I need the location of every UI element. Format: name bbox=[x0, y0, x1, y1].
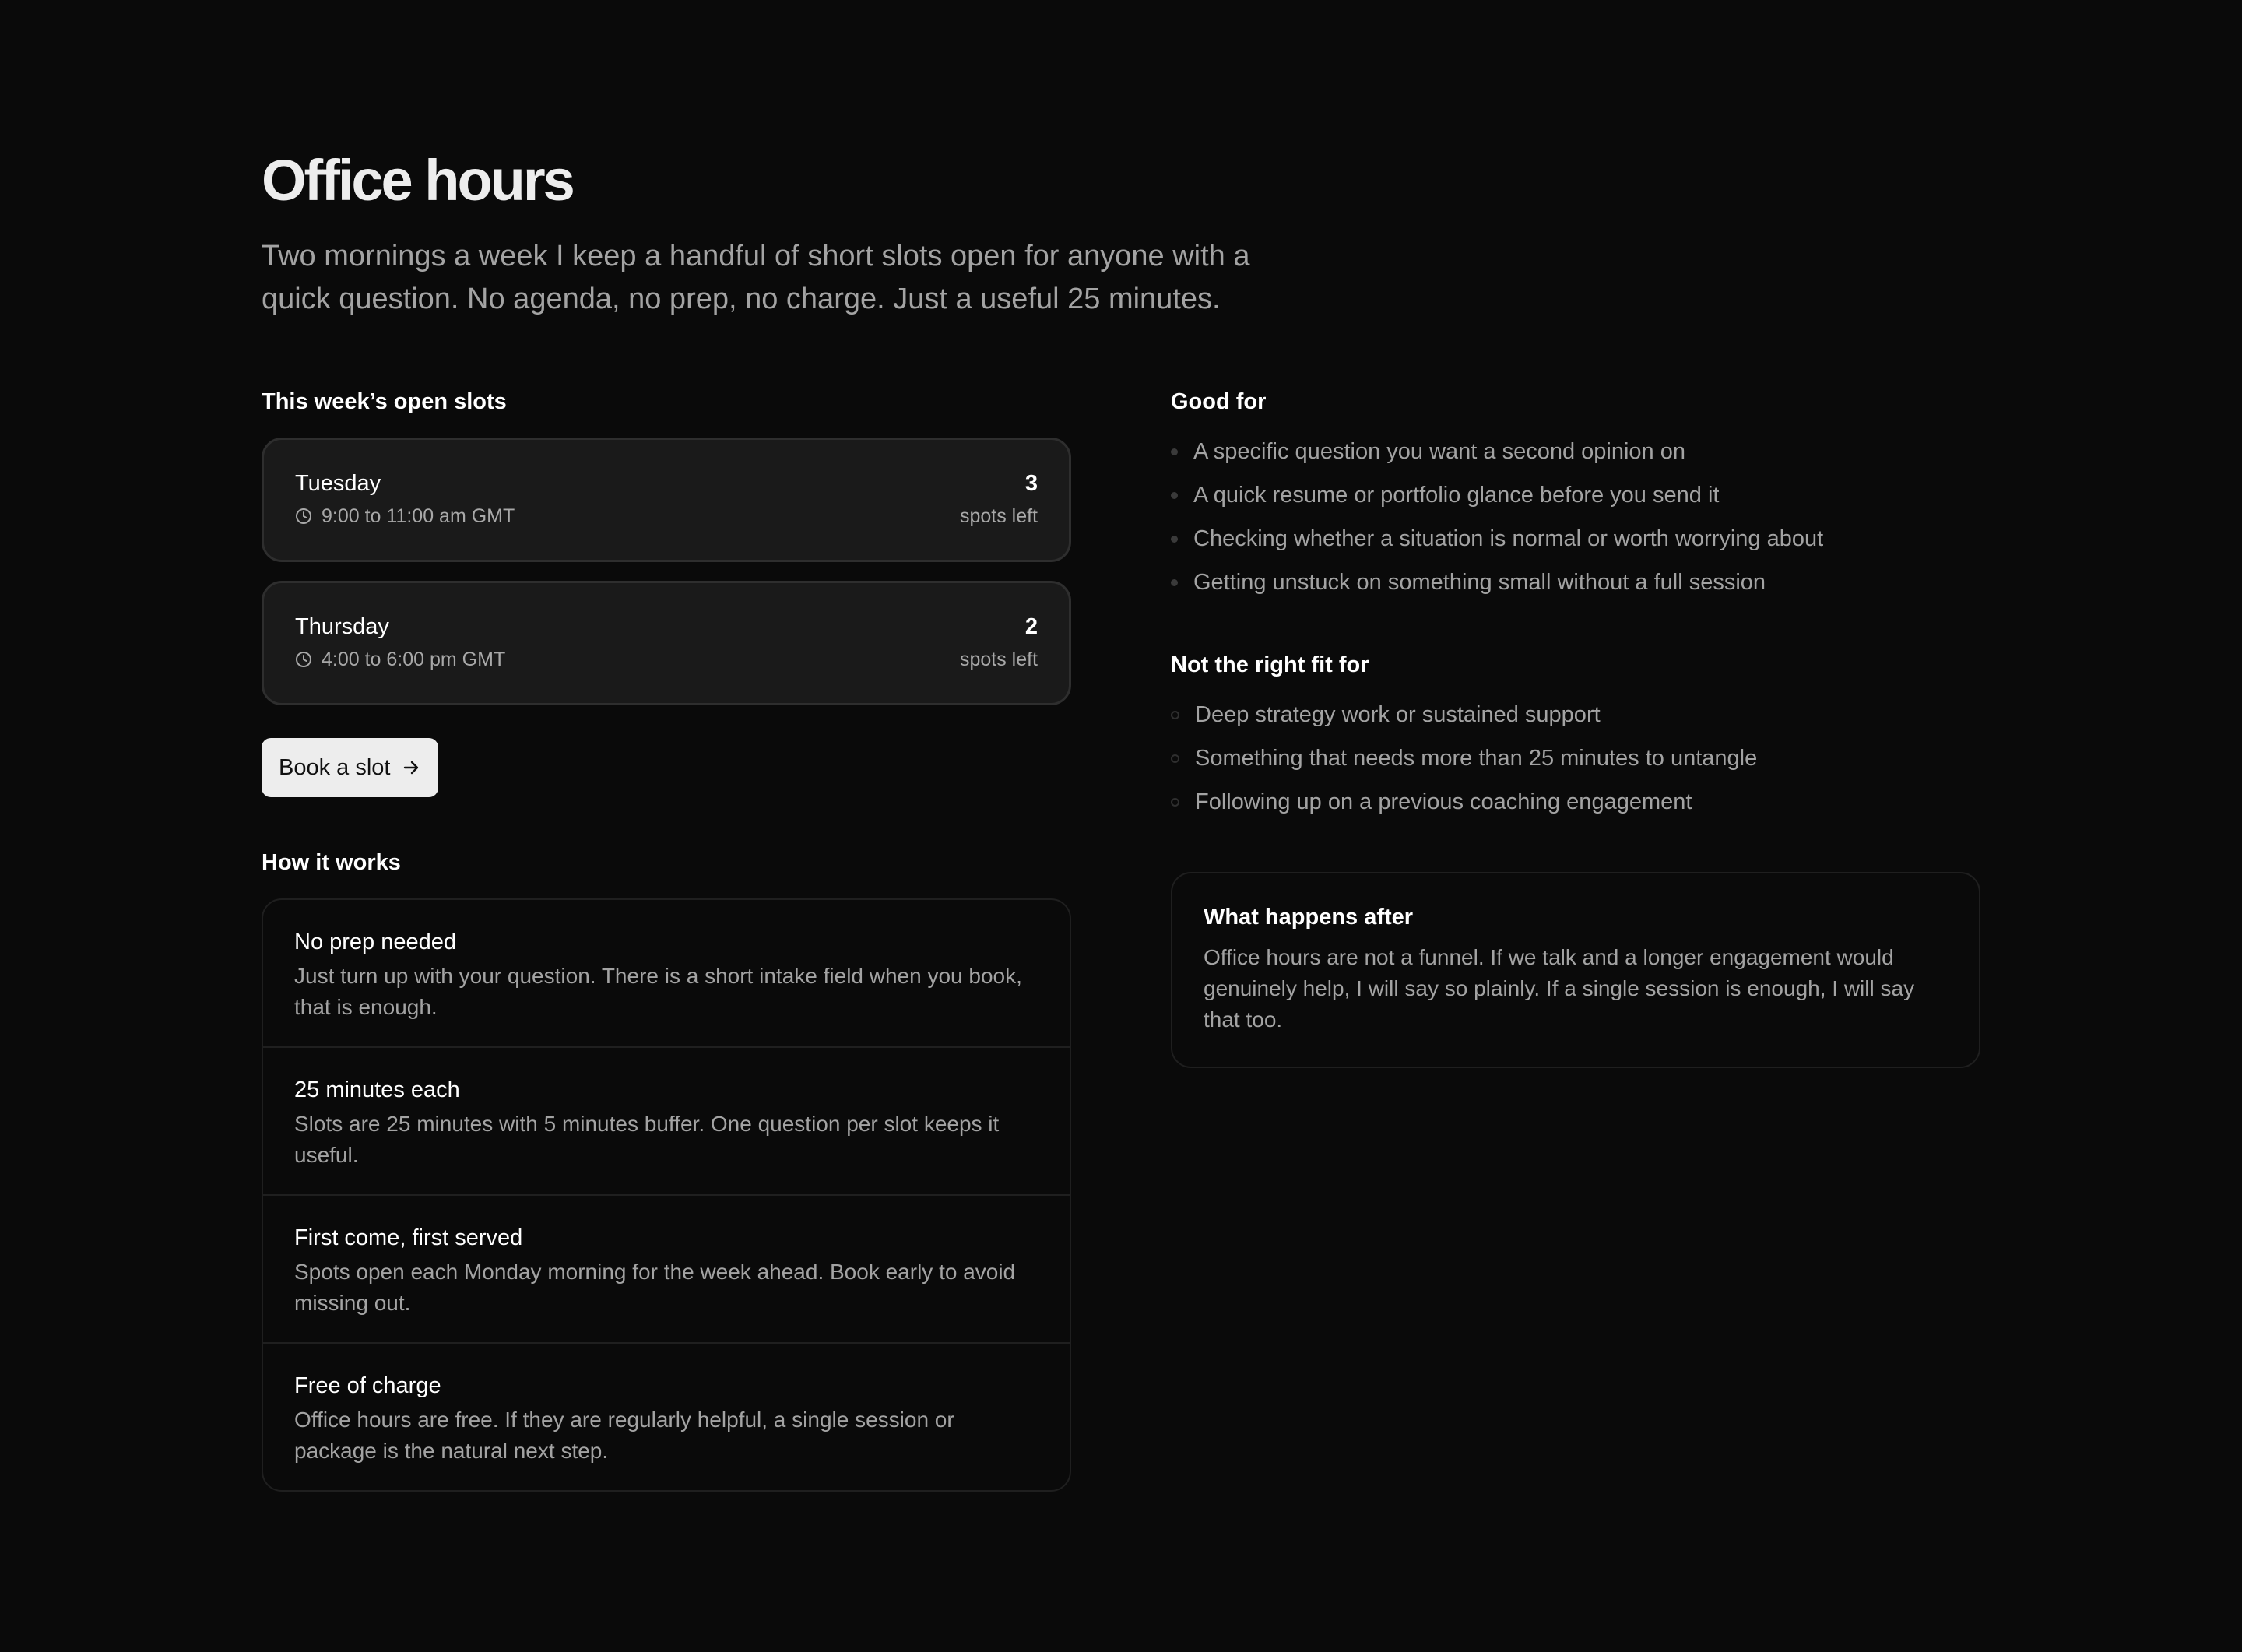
list-item-text: A specific question you want a second op… bbox=[1193, 438, 1685, 464]
slot-time-text: 9:00 to 11:00 am GMT bbox=[322, 505, 515, 527]
how-item: No prep needed Just turn up with your qu… bbox=[263, 900, 1070, 1046]
slot-day: Thursday bbox=[295, 614, 389, 639]
list-item-text: Following up on a previous coaching enga… bbox=[1195, 789, 1692, 814]
clock-icon bbox=[295, 508, 312, 525]
slot-time-text: 4:00 to 6:00 pm GMT bbox=[322, 648, 506, 670]
office-hours-page: Office hours Two mornings a week I keep … bbox=[0, 0, 2242, 1652]
slot-spots-count: 2 bbox=[1024, 614, 1038, 639]
not-fit-heading: Not the right fit for bbox=[1171, 652, 1369, 677]
slot-card-tuesday[interactable]: Tuesday 9:00 to 11:00 am GMT 3 spots lef… bbox=[262, 438, 1071, 562]
book-slot-label: Book a slot bbox=[279, 754, 391, 780]
how-item-body: Spots open each Monday morning for the w… bbox=[294, 1260, 1016, 1315]
list-item: Something that needs more than 25 minute… bbox=[1171, 736, 1980, 780]
how-item-title: No prep needed bbox=[294, 930, 456, 954]
list-item: Getting unstuck on something small witho… bbox=[1171, 561, 1980, 604]
list-item-text: Something that needs more than 25 minute… bbox=[1195, 745, 1758, 771]
good-for-list: A specific question you want a second op… bbox=[1171, 430, 1980, 604]
how-it-works-heading: How it works bbox=[262, 850, 401, 875]
slot-time: 9:00 to 11:00 am GMT bbox=[295, 504, 515, 529]
how-it-works-list: No prep needed Just turn up with your qu… bbox=[262, 898, 1071, 1492]
slot-spots-label: spots left bbox=[959, 505, 1038, 527]
left-column: This week’s open slots Tuesday 9:00 to 1… bbox=[262, 385, 1071, 1492]
clock-icon bbox=[295, 651, 312, 668]
page-title: Office hours bbox=[262, 148, 575, 213]
list-item: Deep strategy work or sustained support bbox=[1171, 693, 1980, 736]
slot-spots-label: spots left bbox=[959, 648, 1038, 670]
list-item: Following up on a previous coaching enga… bbox=[1171, 780, 1980, 824]
list-item-text: Checking whether a situation is normal o… bbox=[1193, 525, 1824, 551]
how-item-body: Just turn up with your question. There i… bbox=[294, 964, 1022, 1019]
how-item: Free of charge Office hours are free. If… bbox=[263, 1342, 1070, 1490]
how-item: 25 minutes each Slots are 25 minutes wit… bbox=[263, 1046, 1070, 1194]
how-item-title: First come, first served bbox=[294, 1225, 523, 1250]
not-fit-list: Deep strategy work or sustained support … bbox=[1171, 693, 1980, 824]
what-happens-after-body: Office hours are not a funnel. If we tal… bbox=[1204, 945, 1915, 1032]
list-item: Checking whether a situation is normal o… bbox=[1171, 517, 1980, 561]
slot-time: 4:00 to 6:00 pm GMT bbox=[295, 647, 505, 672]
intro-text: Two mornings a week I keep a handful of … bbox=[262, 240, 1250, 315]
filled-dot-icon bbox=[1171, 491, 1178, 499]
how-item-body: Slots are 25 minutes with 5 minutes buff… bbox=[294, 1112, 1000, 1167]
what-happens-after-heading: What happens after bbox=[1204, 905, 1414, 930]
open-slots-heading: This week’s open slots bbox=[262, 389, 507, 414]
book-slot-button[interactable]: Book a slot bbox=[262, 738, 439, 797]
filled-dot-icon bbox=[1171, 448, 1178, 455]
good-for-heading: Good for bbox=[1171, 389, 1267, 414]
filled-dot-icon bbox=[1171, 535, 1178, 543]
slot-spots-count: 3 bbox=[1024, 471, 1038, 496]
slot-day: Tuesday bbox=[295, 471, 381, 496]
arrow-right-icon bbox=[401, 757, 421, 778]
slot-card-thursday[interactable]: Thursday 4:00 to 6:00 pm GMT 2 spots lef… bbox=[262, 581, 1071, 705]
hollow-dot-icon bbox=[1171, 710, 1179, 719]
list-item-text: Getting unstuck on something small witho… bbox=[1193, 569, 1766, 595]
hollow-dot-icon bbox=[1171, 797, 1179, 807]
list-item-text: A quick resume or portfolio glance befor… bbox=[1193, 482, 1720, 508]
hollow-dot-icon bbox=[1171, 754, 1179, 763]
how-item-body: Office hours are free. If they are regul… bbox=[294, 1408, 954, 1463]
how-item-title: Free of charge bbox=[294, 1373, 441, 1398]
list-item-text: Deep strategy work or sustained support bbox=[1195, 701, 1601, 727]
filled-dot-icon bbox=[1171, 578, 1178, 586]
right-column: Good for A specific question you want a … bbox=[1171, 385, 1980, 1068]
how-item-title: 25 minutes each bbox=[294, 1077, 460, 1102]
how-item: First come, first served Spots open each… bbox=[263, 1194, 1070, 1342]
what-happens-after-card: What happens after Office hours are not … bbox=[1171, 872, 1980, 1068]
list-item: A quick resume or portfolio glance befor… bbox=[1171, 473, 1980, 517]
list-item: A specific question you want a second op… bbox=[1171, 430, 1980, 473]
